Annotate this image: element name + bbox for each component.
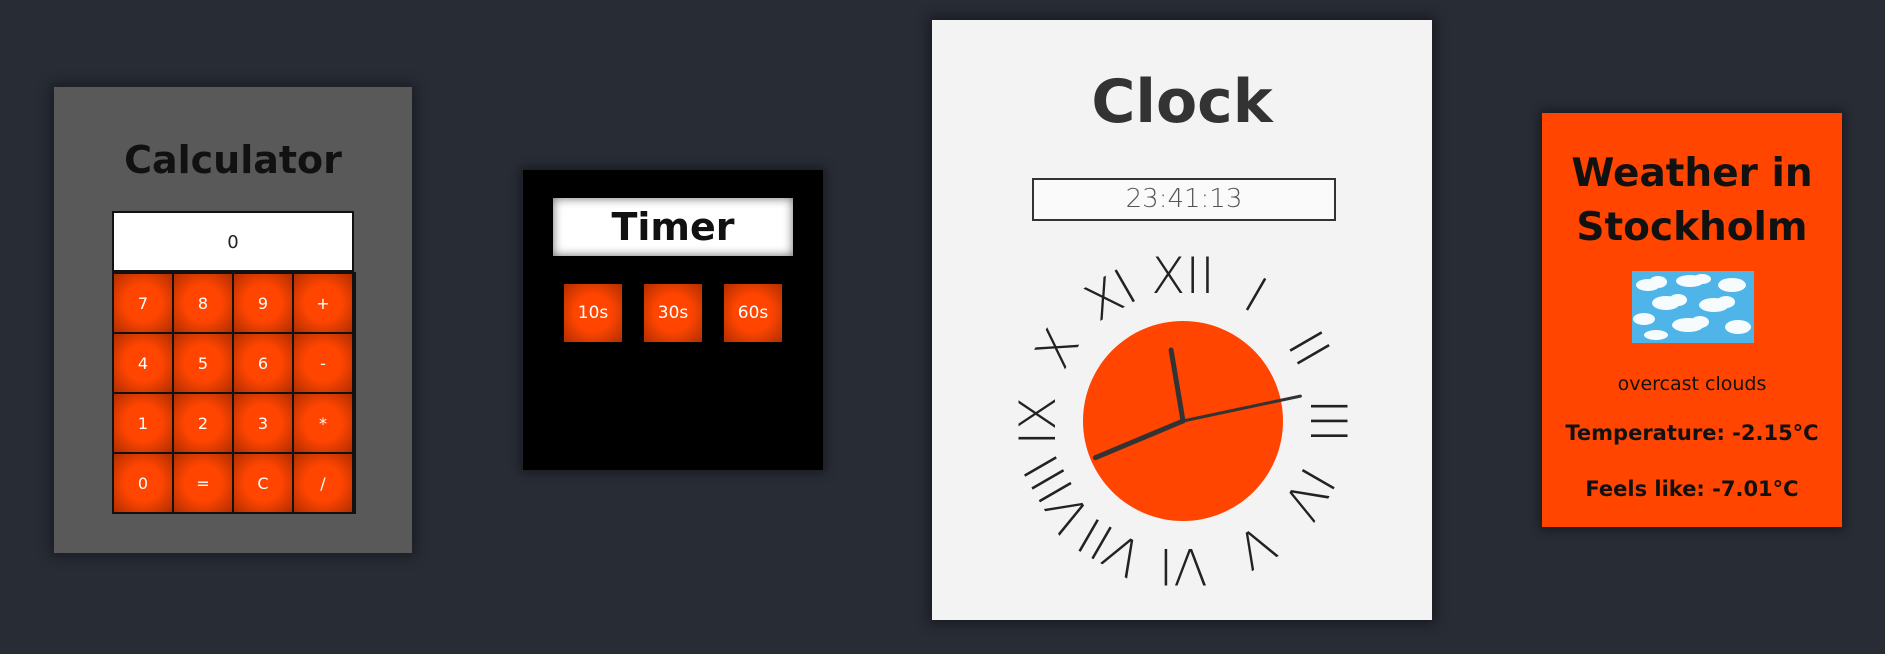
weather-widget: Weather in Stockholm overcast clouds Tem… bbox=[1542, 113, 1842, 527]
timer-10s-button[interactable]: 10s bbox=[564, 284, 622, 342]
clock-numeral: V bbox=[1226, 513, 1285, 580]
calculator-title: Calculator bbox=[124, 138, 342, 182]
timer-60s-button[interactable]: 60s bbox=[724, 284, 782, 342]
calc-key-1[interactable]: 1 bbox=[113, 393, 173, 453]
calc-key-7[interactable]: 7 bbox=[113, 273, 173, 333]
clock-numeral: IV bbox=[1271, 458, 1346, 529]
clock-numeral: II bbox=[1276, 321, 1341, 376]
timer-30s-button[interactable]: 30s bbox=[644, 284, 702, 342]
calc-key-multiply[interactable]: * bbox=[293, 393, 353, 453]
clock-numeral: VI bbox=[1159, 537, 1208, 595]
calc-key-minus[interactable]: - bbox=[293, 333, 353, 393]
calc-key-8[interactable]: 8 bbox=[173, 273, 233, 333]
overcast-clouds-icon bbox=[1632, 271, 1754, 343]
calc-key-plus[interactable]: + bbox=[293, 273, 353, 333]
calc-key-9[interactable]: 9 bbox=[233, 273, 293, 333]
clock-numeral: I bbox=[1235, 267, 1277, 325]
weather-description: overcast clouds bbox=[1617, 373, 1767, 395]
calc-key-clear[interactable]: C bbox=[233, 453, 293, 513]
analog-clock: XII IIIIIIIVVVIVIIVIIIIXXXI bbox=[1009, 247, 1357, 595]
calc-key-6[interactable]: 6 bbox=[233, 333, 293, 393]
weather-title: Weather in Stockholm bbox=[1571, 151, 1813, 250]
clock-numeral: XI bbox=[1075, 258, 1146, 333]
clock-numeral: IX bbox=[1009, 397, 1067, 446]
calculator-display: 0 bbox=[112, 211, 354, 272]
timer-title: Timer bbox=[553, 198, 793, 256]
clock-numeral: X bbox=[1024, 319, 1091, 378]
timer-widget: Timer 10s 30s 60s bbox=[523, 170, 823, 470]
calc-key-0[interactable]: 0 bbox=[113, 453, 173, 513]
weather-feels-like: Feels like: -7.01°C bbox=[1585, 477, 1799, 501]
calc-key-2[interactable]: 2 bbox=[173, 393, 233, 453]
clock-numeral: XII bbox=[1151, 247, 1215, 305]
clock-widget: Clock 23:41:13 XII I II III IV V VI VII VIII IX X X… bbox=[932, 20, 1432, 620]
calculator-widget: Calculator 0 7 8 9 + 4 5 6 - 1 2 3 * 0 =… bbox=[54, 87, 412, 553]
calc-key-3[interactable]: 3 bbox=[233, 393, 293, 453]
calc-key-5[interactable]: 5 bbox=[173, 333, 233, 393]
clock-numeral: III bbox=[1299, 399, 1357, 443]
weather-temperature: Temperature: -2.15°C bbox=[1565, 421, 1819, 445]
calc-key-equals[interactable]: = bbox=[173, 453, 233, 513]
calc-key-divide[interactable]: / bbox=[293, 453, 353, 513]
calculator-keypad: 7 8 9 + 4 5 6 - 1 2 3 * 0 = C / bbox=[112, 272, 356, 514]
calc-key-4[interactable]: 4 bbox=[113, 333, 173, 393]
